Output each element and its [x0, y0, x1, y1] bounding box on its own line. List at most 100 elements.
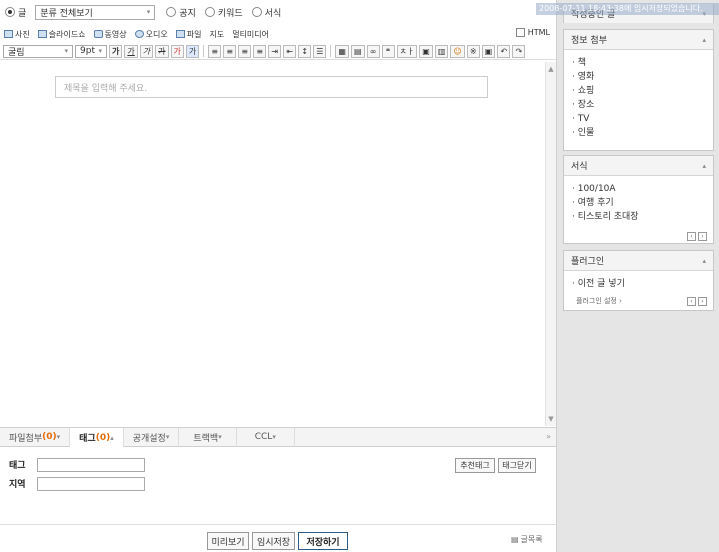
- format-toolbar: 굴림 ▾ 9pt ▾ 가 가 가 가 가 가 ≡ ≡ ≡ ≡ ⇥ ⇤ ↕ ☰ ▦ ▤…: [0, 43, 556, 60]
- quote-button[interactable]: ❝: [381, 44, 395, 58]
- radio-selected-icon[interactable]: [5, 7, 15, 17]
- prev-icon[interactable]: ‹: [687, 232, 696, 241]
- outdent-icon[interactable]: ⇤: [283, 44, 297, 58]
- font-size-select[interactable]: 9pt ▾: [75, 44, 107, 58]
- radio-icon[interactable]: [251, 7, 262, 17]
- write-area[interactable]: 제목을 입력해 주세요.: [0, 62, 545, 426]
- redo-button[interactable]: ↷: [512, 44, 526, 58]
- close-tags-button[interactable]: 태그닫기: [498, 458, 536, 473]
- list-item[interactable]: · TV: [572, 112, 713, 126]
- next-icon[interactable]: ›: [698, 232, 707, 241]
- slideshow-button[interactable]: 슬라이드쇼: [37, 29, 86, 40]
- temp-save-button[interactable]: 임시저장: [252, 532, 295, 550]
- chevron-up-icon: ▴: [702, 256, 706, 265]
- tab-ccl[interactable]: CCL ▾: [237, 427, 295, 447]
- emoticon-icon[interactable]: ☺: [450, 44, 465, 58]
- option-tabs: 파일첨부 (0) ▾ 태그 (0) ▴ 공개설정 ▾ 트랙백 ▾ CCL ▾ »: [0, 427, 556, 448]
- collapse-icon[interactable]: »: [546, 432, 551, 441]
- undo-button[interactable]: ↶: [497, 44, 511, 58]
- video-button[interactable]: 동영상: [93, 29, 127, 40]
- autosave-notice: 2008-07-11 18:43:38에 임시저장되었습니다.: [536, 3, 719, 15]
- chevron-down-icon: ▾: [98, 47, 102, 55]
- image-icon[interactable]: ▣: [419, 44, 433, 58]
- recommend-tags-button[interactable]: 추천태그: [455, 458, 495, 473]
- photo-icon: [4, 30, 13, 38]
- templates-header[interactable]: 서식 ▴: [564, 156, 713, 176]
- plugin-settings-link[interactable]: 플러그인 설정 ›: [576, 296, 622, 306]
- hanja-button[interactable]: ㅊㅏ: [396, 44, 418, 58]
- next-icon[interactable]: ›: [698, 297, 707, 306]
- align-left-icon[interactable]: ≡: [208, 44, 222, 58]
- post-list-link[interactable]: ▤ 글목록: [511, 534, 543, 545]
- title-input[interactable]: 제목을 입력해 주세요.: [55, 76, 488, 98]
- radio-notice[interactable]: 공지: [166, 6, 196, 19]
- templates-pager: ‹ ›: [687, 232, 707, 241]
- list-item[interactable]: · 이전 글 넣기: [572, 277, 713, 291]
- plugins-header[interactable]: 플러그인 ▴: [564, 251, 713, 271]
- region-input[interactable]: [37, 477, 145, 491]
- table-icon[interactable]: ▦: [335, 44, 349, 58]
- info-attach-header[interactable]: 정보 첨부 ▴: [564, 30, 713, 50]
- align-justify-icon[interactable]: ≡: [253, 44, 267, 58]
- align-center-icon[interactable]: ≡: [223, 44, 237, 58]
- list-item[interactable]: · 책: [572, 56, 713, 70]
- save-icon[interactable]: ▣: [481, 44, 496, 58]
- multimedia-button[interactable]: 멀티미디어: [232, 29, 269, 40]
- music-icon: [134, 30, 144, 38]
- radio-post[interactable]: 글: [5, 6, 26, 19]
- line-height-icon[interactable]: ↕: [298, 44, 312, 58]
- plugins-panel: 플러그인 ▴ · 이전 글 넣기 플러그인 설정 › ‹ ›: [563, 250, 714, 311]
- tab-visibility[interactable]: 공개설정 ▾: [124, 427, 180, 447]
- info-attach-list: · 책 · 영화 · 쇼핑 · 장소 · TV · 인물: [564, 50, 713, 140]
- list-item[interactable]: · 영화: [572, 70, 713, 84]
- tab-tags[interactable]: 태그 (0) ▴: [70, 427, 124, 448]
- save-button[interactable]: 저장하기: [298, 532, 348, 550]
- photo-button[interactable]: 사진: [4, 29, 30, 40]
- chevron-up-icon: ▴: [702, 35, 706, 44]
- radio-icon[interactable]: [166, 7, 177, 17]
- radio-form[interactable]: 서식: [251, 6, 281, 19]
- category-select[interactable]: 분류 전체보기 ▾: [35, 4, 156, 20]
- bg-color-button[interactable]: 가: [185, 44, 200, 58]
- list-item[interactable]: · 장소: [572, 98, 713, 112]
- radio-icon[interactable]: [204, 7, 215, 17]
- region-label: 지역: [9, 480, 26, 490]
- font-select[interactable]: 굴림 ▾: [3, 44, 73, 58]
- list-icon[interactable]: ☰: [313, 44, 327, 58]
- list-item[interactable]: · 쇼핑: [572, 84, 713, 98]
- list-item[interactable]: · 여행 후기: [572, 196, 713, 210]
- scroll-up-icon[interactable]: ▲: [546, 64, 556, 74]
- preview-button[interactable]: 미리보기: [207, 532, 249, 550]
- plugins-pager: ‹ ›: [687, 297, 707, 306]
- prev-icon[interactable]: ‹: [687, 297, 696, 306]
- underline-button[interactable]: 가: [124, 44, 138, 58]
- scroll-down-icon[interactable]: ▼: [546, 414, 556, 424]
- list-item[interactable]: · 티스토리 초대장: [572, 210, 713, 224]
- editor-scrollbar[interactable]: ▲ ▼: [545, 62, 556, 426]
- font-color-button[interactable]: 가: [170, 44, 184, 58]
- html-toggle[interactable]: HTML: [515, 28, 550, 37]
- chevron-down-icon: ▾: [64, 47, 68, 55]
- radio-keyword[interactable]: 키워드: [204, 6, 243, 19]
- special-char-icon[interactable]: ※: [466, 44, 480, 58]
- link-icon[interactable]: ∞: [366, 44, 380, 58]
- play-icon: [93, 30, 103, 38]
- checkbox-icon[interactable]: [515, 28, 525, 37]
- tab-attachments[interactable]: 파일첨부 (0) ▾: [0, 427, 71, 447]
- strike-button[interactable]: 가: [155, 44, 169, 58]
- align-right-icon[interactable]: ≡: [238, 44, 252, 58]
- map-button[interactable]: 지도: [209, 29, 224, 40]
- tag-label: 태그: [9, 461, 26, 471]
- audio-button[interactable]: 오디오: [134, 29, 168, 40]
- list-item[interactable]: · 인물: [572, 126, 713, 140]
- box-icon[interactable]: ▤: [350, 44, 365, 58]
- list-item[interactable]: · 100/10A: [572, 182, 713, 196]
- file-button[interactable]: 파일: [175, 29, 201, 40]
- indent-icon[interactable]: ⇥: [268, 44, 282, 58]
- bold-button[interactable]: 가: [109, 44, 123, 58]
- tab-trackback[interactable]: 트랙백 ▾: [179, 427, 237, 447]
- italic-button[interactable]: 가: [139, 44, 154, 58]
- media-toolbar: 사진 슬라이드쇼 동영상 오디오 파일 지도 멀티미디어: [0, 26, 556, 42]
- tag-input[interactable]: [37, 458, 145, 472]
- grid-icon[interactable]: ▥: [434, 44, 449, 58]
